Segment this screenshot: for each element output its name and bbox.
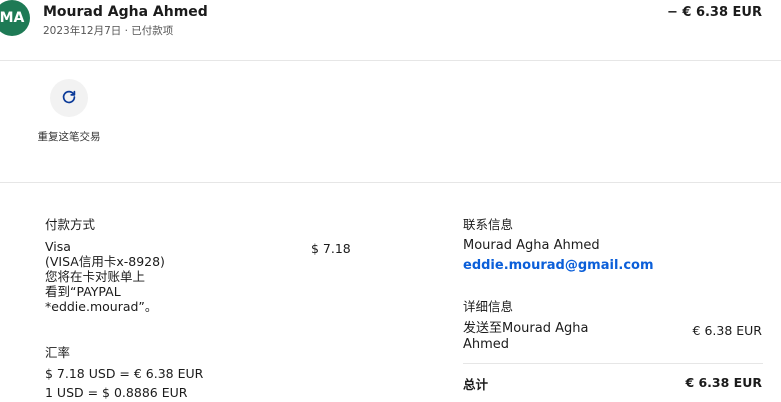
- payment-method-line: *eddie.mourad”。: [45, 299, 158, 314]
- exchange-rate-line: 1 USD = $ 0.8886 EUR: [45, 385, 188, 400]
- contact-info-title: 联系信息: [463, 217, 514, 232]
- transaction-details-page: MA Mourad Agha Ahmed 2023年12月7日 · 已付款项 −…: [0, 0, 781, 402]
- shipping-recipient: 发送至Mourad Agha Ahmed: [463, 321, 623, 353]
- section-divider: [0, 182, 781, 183]
- avatar: MA: [0, 0, 30, 36]
- payment-method-line: 看到“PAYPAL: [45, 284, 121, 299]
- details-title: 详细信息: [463, 299, 514, 314]
- repeat-transaction-button[interactable]: [50, 79, 88, 117]
- shipping-line: 发送至Mourad Agha: [463, 321, 589, 336]
- payment-method-line: (VISA信用卡x-8928): [45, 254, 165, 269]
- contact-email-link[interactable]: eddie.mourad@gmail.com: [463, 258, 654, 273]
- total-label: 总计: [463, 377, 489, 392]
- payment-amount: $ 7.18: [311, 241, 351, 256]
- shipping-line: Ahmed: [463, 337, 510, 352]
- payment-method-details: Visa (VISA信用卡x-8928) 您将在卡对账单上 看到“PAYPAL …: [45, 239, 245, 314]
- repeat-transaction-action[interactable]: 重复这笔交易: [37, 79, 101, 145]
- exchange-rate-title: 汇率: [45, 345, 71, 360]
- total-divider: [463, 363, 763, 364]
- payment-method-line: Visa: [45, 239, 71, 254]
- shipping-amount: € 6.38 EUR: [692, 323, 762, 338]
- repeat-transaction-label: 重复这笔交易: [37, 131, 101, 143]
- total-amount: € 6.38 EUR: [685, 375, 762, 390]
- refresh-icon: [61, 89, 77, 108]
- merchant-name: Mourad Agha Ahmed: [43, 4, 208, 20]
- transaction-meta: 2023年12月7日 · 已付款项: [43, 25, 174, 37]
- transaction-amount: − € 6.38 EUR: [666, 5, 762, 20]
- contact-name: Mourad Agha Ahmed: [463, 238, 600, 253]
- payment-method-title: 付款方式: [45, 217, 96, 232]
- exchange-rate-line: $ 7.18 USD = € 6.38 EUR: [45, 366, 204, 381]
- payment-method-line: 您将在卡对账单上: [45, 269, 146, 284]
- transaction-header: MA Mourad Agha Ahmed 2023年12月7日 · 已付款项 −…: [0, 0, 781, 61]
